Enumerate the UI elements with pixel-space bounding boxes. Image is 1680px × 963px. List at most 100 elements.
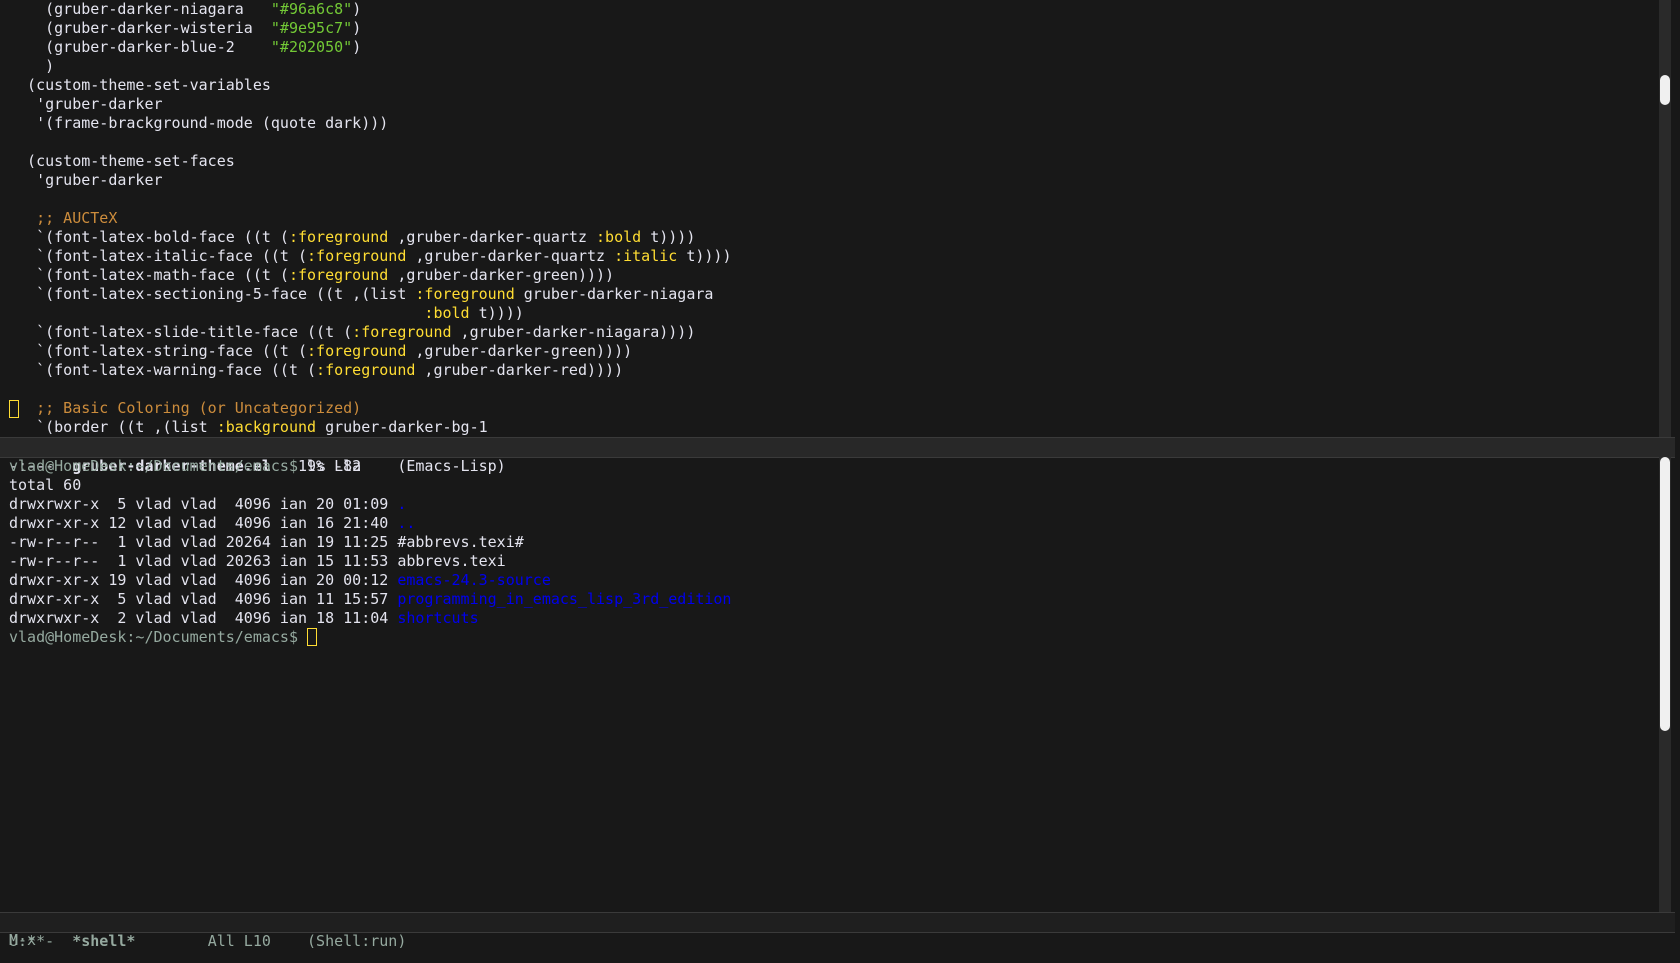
code-token: "#202050" xyxy=(270,38,353,56)
code-token: :foreground xyxy=(316,361,416,379)
shell-line: drwxrwxr-x 2 vlad vlad 4096 ian 18 11:04… xyxy=(9,609,731,628)
code-line: `(font-latex-math-face ((t (:foreground … xyxy=(9,266,731,285)
shell-scrollbar[interactable] xyxy=(1659,457,1671,913)
code-token: ;; Basic Coloring (or Uncategorized) xyxy=(9,399,362,417)
code-line: ;; AUCTeX xyxy=(9,209,731,228)
code-line: ;; Basic Coloring (or Uncategorized) xyxy=(9,399,731,418)
code-line: (custom-theme-set-faces xyxy=(9,152,731,171)
code-line: 'gruber-darker xyxy=(9,95,731,114)
code-token: ) xyxy=(352,38,362,56)
minibuffer[interactable]: M-x xyxy=(9,931,36,950)
shell-line: vlad@HomeDesk:~/Documents/emacs$ xyxy=(9,627,731,647)
code-token: :foreground xyxy=(288,266,389,284)
code-token: gruber-darker-niagara xyxy=(514,285,714,303)
modeline-major-mode[interactable]: (Shell:run) xyxy=(307,932,406,950)
shell-line: drwxrwxr-x 5 vlad vlad 4096 ian 20 01:09… xyxy=(9,495,731,514)
modeline-buffer-name[interactable]: *shell* xyxy=(72,932,135,950)
code-token: ;; AUCTeX xyxy=(9,209,118,227)
code-token: (custom-theme-set-variables xyxy=(9,76,271,94)
fringe-cursor-marker xyxy=(9,400,19,418)
code-line: `(font-latex-sectioning-5-face ((t ,(lis… xyxy=(9,285,731,304)
code-token: ,gruber-darker-niagara)))) xyxy=(451,323,696,341)
code-token: total 60 xyxy=(9,476,82,494)
shell-output[interactable]: vlad@HomeDesk:~/Documents/emacs$ ls -la t… xyxy=(9,457,731,647)
code-token: ,gruber-darker-quartz xyxy=(388,228,597,246)
shell-line: vlad@HomeDesk:~/Documents/emacs$ ls -la xyxy=(9,457,731,476)
editor-modeline: -:--- gruber-darker-theme.el 19% L82 (Em… xyxy=(0,437,1675,475)
code-token: gruber-darker-bg-1 xyxy=(316,418,488,436)
code-token: ) xyxy=(9,57,55,75)
code-line: '(frame-brackground-mode (quote dark))) xyxy=(9,114,731,133)
code-token: `(font-latex-italic-face ((t ( xyxy=(9,247,308,265)
code-token: drwxr-xr-x 12 vlad vlad 4096 ian 16 21:4… xyxy=(9,514,398,532)
code-token: `(font-latex-math-face ((t ( xyxy=(9,266,289,284)
code-line: 'gruber-darker xyxy=(9,171,731,190)
editor-window[interactable]: (gruber-darker-niagara "#96a6c8") (grube… xyxy=(0,0,1647,438)
code-token: t)))) xyxy=(469,304,524,322)
code-line: (custom-theme-set-variables xyxy=(9,76,731,95)
editor-scrollbar[interactable] xyxy=(1659,0,1671,438)
code-line: `(border ((t ,(list :background gruber-d… xyxy=(9,418,731,437)
code-token: (custom-theme-set-faces xyxy=(9,152,235,170)
shell-line: drwxr-xr-x 12 vlad vlad 4096 ian 16 21:4… xyxy=(9,514,731,533)
code-token: t)))) xyxy=(641,228,696,246)
code-token: t)))) xyxy=(677,247,732,265)
code-token: :foreground xyxy=(288,228,389,246)
code-token: ,gruber-darker-green)))) xyxy=(406,342,633,360)
directory-entry-link[interactable]: programming_in_emacs_lisp_3rd_edition xyxy=(397,590,731,608)
code-token: `(font-latex-string-face ((t ( xyxy=(9,342,308,360)
code-line: (gruber-darker-blue-2 "#202050") xyxy=(9,38,731,57)
code-token: ls -la xyxy=(307,457,362,475)
code-token: "#9e95c7" xyxy=(270,19,353,37)
code-line: `(font-latex-string-face ((t (:foregroun… xyxy=(9,342,731,361)
shell-window[interactable]: vlad@HomeDesk:~/Documents/emacs$ ls -la t… xyxy=(0,457,1647,913)
code-token: `(font-latex-warning-face ((t ( xyxy=(9,361,317,379)
code-token: :background xyxy=(216,418,317,436)
code-token: ,gruber-darker-quartz xyxy=(406,247,615,265)
code-token: drwxrwxr-x 5 vlad vlad 4096 ian 20 01:09 xyxy=(9,495,398,513)
code-token: 'gruber-darker xyxy=(9,171,163,189)
code-token: :bold xyxy=(424,304,470,322)
code-token: :foreground xyxy=(415,285,515,303)
shell-line: drwxr-xr-x 5 vlad vlad 4096 ian 11 15:57… xyxy=(9,590,731,609)
code-token: "#96a6c8" xyxy=(270,0,353,18)
code-line: (gruber-darker-niagara "#96a6c8") xyxy=(9,0,731,19)
code-token: :bold xyxy=(596,228,642,246)
code-line: :bold t)))) xyxy=(9,304,731,323)
code-line: ) xyxy=(9,57,731,76)
directory-entry-link[interactable]: shortcuts xyxy=(397,609,478,627)
shell-scroll-thumb[interactable] xyxy=(1660,457,1670,731)
code-area[interactable]: (gruber-darker-niagara "#96a6c8") (grube… xyxy=(9,0,731,437)
code-token: '(frame-brackground-mode (quote dark))) xyxy=(9,114,389,132)
modeline-position: All L10 xyxy=(207,932,271,950)
shell-line: drwxr-xr-x 19 vlad vlad 4096 ian 20 00:1… xyxy=(9,571,731,590)
code-token: drwxr-xr-x 19 vlad vlad 4096 ian 20 00:1… xyxy=(9,571,398,589)
modeline-content: U:**- *shell* All L10 (Shell:run) xyxy=(9,932,406,951)
code-token: (gruber-darker-blue-2 xyxy=(9,38,271,56)
code-token: (gruber-darker-wisteria xyxy=(9,19,271,37)
code-line: `(font-latex-bold-face ((t (:foreground … xyxy=(9,228,731,247)
shell-line: -rw-r--r-- 1 vlad vlad 20263 ian 15 11:5… xyxy=(9,552,731,571)
code-token: :foreground xyxy=(307,342,407,360)
shell-prompt: vlad@HomeDesk:~/Documents/emacs$ xyxy=(9,457,308,475)
code-line: `(font-latex-warning-face ((t (:foregrou… xyxy=(9,361,731,380)
code-token: drwxrwxr-x 2 vlad vlad 4096 ian 18 11:04 xyxy=(9,609,398,627)
text-cursor xyxy=(307,627,318,646)
directory-entry-link[interactable]: emacs-24.3-source xyxy=(397,571,551,589)
code-line: `(font-latex-italic-face ((t (:foregroun… xyxy=(9,247,731,266)
code-token: ,gruber-darker-red)))) xyxy=(415,361,624,379)
code-token: :foreground xyxy=(307,247,407,265)
code-token: -rw-r--r-- 1 vlad vlad 20263 ian 15 11:5… xyxy=(9,552,506,570)
code-token: ) xyxy=(352,19,362,37)
code-token: `(font-latex-bold-face ((t ( xyxy=(9,228,289,246)
directory-entry-link[interactable]: .. xyxy=(397,514,415,532)
code-token: `(font-latex-sectioning-5-face ((t ,(lis… xyxy=(9,285,416,303)
code-line: (gruber-darker-wisteria "#9e95c7") xyxy=(9,19,731,38)
code-line: `(font-latex-slide-title-face ((t (:fore… xyxy=(9,323,731,342)
editor-scroll-thumb[interactable] xyxy=(1660,75,1670,105)
directory-entry-link[interactable]: . xyxy=(397,495,406,513)
code-token: ) xyxy=(352,0,362,18)
